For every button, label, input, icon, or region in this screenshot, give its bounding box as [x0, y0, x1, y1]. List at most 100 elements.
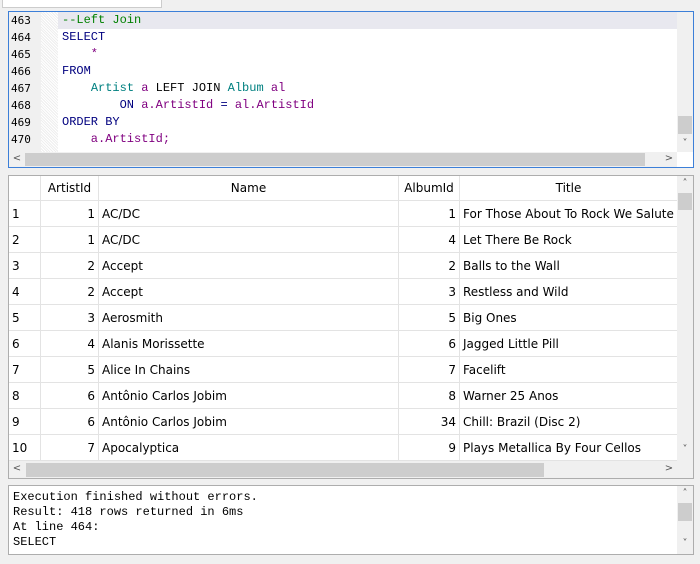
column-header[interactable]: Title	[460, 176, 678, 201]
table-cell[interactable]: Big Ones	[460, 305, 678, 331]
row-header[interactable]: 5	[9, 305, 41, 331]
table-cell[interactable]: AC/DC	[99, 201, 399, 227]
messages-pane[interactable]: Execution finished without errors. Result…	[8, 485, 694, 555]
scroll-left-icon[interactable]: <	[9, 153, 25, 164]
message-line: Result: 418 rows returned in 6ms	[13, 505, 244, 519]
table-cell[interactable]: Alanis Morissette	[99, 331, 399, 357]
messages-vertical-scrollbar[interactable]: ˄ ˅	[677, 486, 693, 554]
table-cell[interactable]: Accept	[99, 279, 399, 305]
table-cell[interactable]: Alice In Chains	[99, 357, 399, 383]
row-header[interactable]: 4	[9, 279, 41, 305]
column-header[interactable]: ArtistId	[41, 176, 99, 201]
code-token-ident: al	[263, 81, 286, 95]
table-cell[interactable]: 7	[41, 435, 99, 461]
fold-margin	[41, 12, 58, 152]
code-token-kw: SELECT	[62, 30, 106, 44]
code-token-ident	[220, 81, 227, 95]
table-cell[interactable]: Chill: Brazil (Disc 2)	[460, 409, 678, 435]
line-number: 470	[11, 133, 31, 146]
table-cell[interactable]: 6	[399, 331, 460, 357]
message-line: SELECT	[13, 535, 57, 549]
tab-sql-editor[interactable]	[2, 0, 162, 8]
editor-vertical-scrollbar[interactable]: ˅	[677, 12, 693, 152]
table-cell[interactable]: 3	[41, 305, 99, 331]
corner-header[interactable]	[9, 176, 41, 201]
code-token-ident	[62, 98, 120, 112]
table-cell[interactable]: Accept	[99, 253, 399, 279]
scroll-thumb[interactable]	[25, 153, 645, 166]
table-cell[interactable]: Let There Be Rock	[460, 227, 678, 253]
table-cell[interactable]: 1	[399, 201, 460, 227]
grid-horizontal-scrollbar[interactable]: < >	[9, 461, 693, 478]
table-cell[interactable]: 6	[41, 409, 99, 435]
scroll-thumb[interactable]	[678, 503, 692, 521]
scroll-down-icon[interactable]: ˅	[677, 138, 693, 149]
table-cell[interactable]: Aerosmith	[99, 305, 399, 331]
code-token-comment: --Left Join	[62, 13, 142, 27]
table-cell[interactable]: Antônio Carlos Jobim	[99, 383, 399, 409]
scroll-right-icon[interactable]: >	[661, 153, 677, 164]
table-cell[interactable]: Warner 25 Anos	[460, 383, 678, 409]
table-cell[interactable]: Apocalyptica	[99, 435, 399, 461]
code-token-table: Album	[227, 81, 264, 95]
table-cell[interactable]: 5	[399, 305, 460, 331]
row-header[interactable]: 8	[9, 383, 41, 409]
table-cell[interactable]: 6	[41, 383, 99, 409]
scroll-thumb[interactable]	[678, 116, 692, 134]
row-header[interactable]: 3	[9, 253, 41, 279]
table-cell[interactable]: For Those About To Rock We Salute You	[460, 201, 678, 227]
code-token-table: Artist	[90, 81, 135, 95]
line-number: 465	[11, 48, 31, 61]
scroll-up-icon[interactable]: ˄	[677, 178, 693, 189]
row-header[interactable]: 2	[9, 227, 41, 253]
table-cell[interactable]: 1	[41, 227, 99, 253]
column-header[interactable]: AlbumId	[399, 176, 460, 201]
table-cell[interactable]: 3	[399, 279, 460, 305]
table-cell[interactable]: Facelift	[460, 357, 678, 383]
table-cell[interactable]: AC/DC	[99, 227, 399, 253]
table-cell[interactable]: 34	[399, 409, 460, 435]
table-cell[interactable]: Restless and Wild	[460, 279, 678, 305]
line-number: 466	[11, 65, 31, 78]
table-cell[interactable]: Plays Metallica By Four Cellos	[460, 435, 678, 461]
scroll-right-icon[interactable]: >	[661, 463, 677, 474]
scroll-thumb[interactable]	[678, 193, 692, 210]
table-cell[interactable]: 1	[41, 201, 99, 227]
grid-vertical-scrollbar[interactable]: ˄ ˅	[677, 176, 693, 461]
results-grid[interactable]: ArtistId Name AlbumId Title 1 1 AC/DC 1 For Thos…	[8, 175, 694, 479]
table-cell[interactable]: 2	[399, 253, 460, 279]
table-cell[interactable]: 7	[399, 357, 460, 383]
sql-editor[interactable]: 463 464 465 466 467 468 469 470 --Left Join SELE…	[8, 11, 694, 168]
editor-horizontal-scrollbar[interactable]: < >	[9, 152, 677, 167]
row-header[interactable]: 9	[9, 409, 41, 435]
line-number: 464	[11, 31, 31, 44]
row-header[interactable]: 10	[9, 435, 41, 461]
code-line: ON a.ArtistId = al.ArtistId	[62, 97, 314, 114]
scroll-thumb[interactable]	[26, 463, 544, 477]
code-token-ident: *	[62, 47, 99, 61]
table-cell[interactable]: 5	[41, 357, 99, 383]
scroll-down-icon[interactable]: ˅	[677, 538, 693, 549]
table-cell[interactable]: 9	[399, 435, 460, 461]
table-cell[interactable]: Antônio Carlos Jobim	[99, 409, 399, 435]
scroll-left-icon[interactable]: <	[9, 463, 25, 474]
code-line: ORDER BY	[62, 114, 120, 131]
code-token-kw: =	[220, 98, 228, 112]
table-cell[interactable]: Jagged Little Pill	[460, 331, 678, 357]
row-header[interactable]: 7	[9, 357, 41, 383]
column-header[interactable]: Name	[99, 176, 399, 201]
tab-bar	[0, 0, 700, 8]
table-cell[interactable]: 8	[399, 383, 460, 409]
table-cell[interactable]: 2	[41, 253, 99, 279]
table-cell[interactable]: 4	[399, 227, 460, 253]
scroll-up-icon[interactable]: ˄	[677, 488, 693, 499]
row-header[interactable]: 1	[9, 201, 41, 227]
code-token-kw: ORDER BY	[62, 115, 120, 129]
table-cell[interactable]: 2	[41, 279, 99, 305]
table-cell[interactable]: Balls to the Wall	[460, 253, 678, 279]
scroll-down-icon[interactable]: ˅	[677, 444, 693, 455]
table-cell[interactable]: 4	[41, 331, 99, 357]
code-token-ident: al.ArtistId	[227, 98, 315, 112]
row-header[interactable]: 6	[9, 331, 41, 357]
line-number-margin: 463 464 465 466 467 468 469 470	[9, 12, 41, 152]
